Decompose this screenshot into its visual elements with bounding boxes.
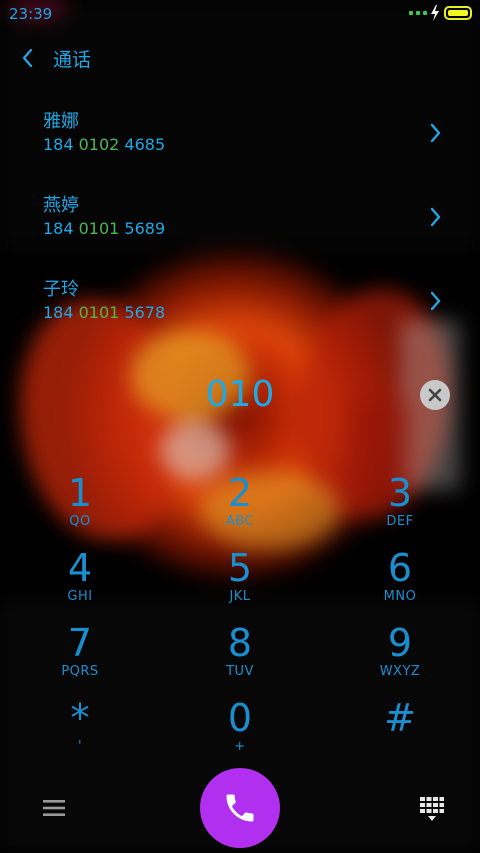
key-letters: + — [234, 739, 246, 754]
charging-icon — [431, 5, 439, 21]
key-5[interactable]: 5 JKL — [170, 547, 310, 621]
key-digit: 3 — [387, 471, 413, 515]
close-icon — [428, 388, 442, 402]
contact-item[interactable]: 燕婷 184 0101 5689 — [0, 191, 480, 261]
contact-name: 子玲 — [43, 279, 79, 300]
key-letters: PQRS — [61, 664, 99, 679]
key-digit: 5 — [227, 546, 253, 590]
key-2[interactable]: 2 ABC — [170, 472, 310, 546]
key-letters: ABC — [225, 514, 255, 529]
status-time: 23:39 — [9, 5, 53, 23]
key-letters: ' — [77, 739, 83, 754]
battery-icon — [444, 6, 472, 20]
chevron-right-icon[interactable] — [427, 289, 445, 313]
dialpad-icon[interactable] — [419, 796, 445, 822]
key-letters: TUV — [226, 664, 254, 679]
signal-icon — [409, 11, 427, 15]
key-digit: 4 — [67, 546, 93, 590]
key-3[interactable]: 3 DEF — [330, 472, 470, 546]
clear-button[interactable] — [420, 380, 450, 410]
contact-name: 雅娜 — [43, 111, 79, 132]
key-6[interactable]: 6 MNO — [330, 547, 470, 621]
key-digit: # — [384, 696, 416, 740]
key-digit: 6 — [387, 546, 413, 590]
status-bar: 23:39 — [0, 0, 480, 28]
key-7[interactable]: 7 PQRS — [10, 622, 150, 696]
chevron-right-icon[interactable] — [427, 121, 445, 145]
page-title: 通话 — [53, 49, 92, 71]
contact-item[interactable]: 雅娜 184 0102 4685 — [0, 107, 480, 177]
key-letters: GHI — [67, 589, 93, 604]
key-letters: WXYZ — [379, 664, 421, 679]
phone-icon — [226, 794, 254, 822]
key-letters: JKL — [229, 589, 251, 604]
call-button[interactable] — [200, 768, 280, 848]
key-letters: MNO — [383, 589, 417, 604]
back-icon[interactable] — [16, 46, 40, 70]
key-digit: 1 — [67, 471, 93, 515]
key-8[interactable]: 8 TUV — [170, 622, 310, 696]
contact-number: 184 0101 5678 — [43, 303, 166, 322]
contact-number: 184 0102 4685 — [43, 135, 166, 154]
bottom-bar — [0, 760, 480, 853]
contact-item[interactable]: 子玲 184 0101 5678 — [0, 275, 480, 345]
header: 通话 — [0, 40, 480, 76]
key-digit: 9 — [387, 621, 413, 665]
contact-name: 燕婷 — [43, 195, 79, 216]
key-digit: * — [70, 696, 90, 740]
key-4[interactable]: 4 GHI — [10, 547, 150, 621]
key-1[interactable]: 1 QO — [10, 472, 150, 546]
key-letters: DEF — [386, 514, 414, 529]
key-9[interactable]: 9 WXYZ — [330, 622, 470, 696]
key-digit: 8 — [227, 621, 253, 665]
contact-number: 184 0101 5689 — [43, 219, 166, 238]
key-letters: QO — [69, 514, 91, 529]
key-digit: 0 — [227, 696, 253, 740]
menu-icon[interactable] — [42, 798, 66, 818]
dialed-number-display: 010 — [205, 374, 275, 415]
key-digit: 7 — [67, 621, 93, 665]
key-digit: 2 — [227, 471, 253, 515]
chevron-right-icon[interactable] — [427, 205, 445, 229]
